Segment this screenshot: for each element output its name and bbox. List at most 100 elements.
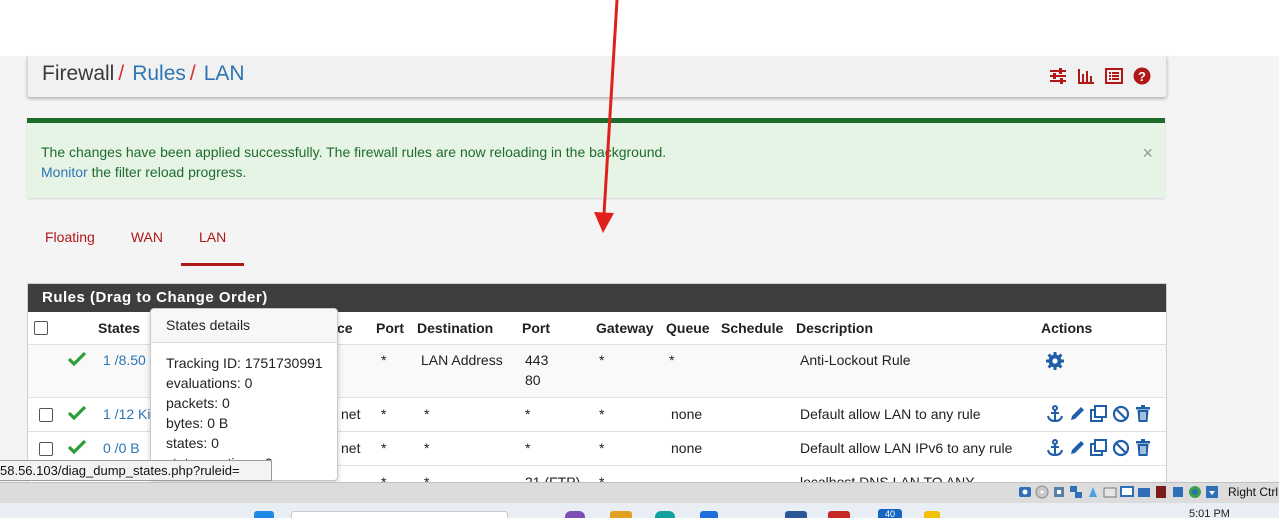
row-checkbox[interactable] xyxy=(39,442,53,456)
close-icon[interactable]: × xyxy=(1142,143,1153,163)
cell-port: * xyxy=(525,406,531,422)
host-key-label: Right Ctrl xyxy=(1228,485,1279,499)
link-status-url: 58.56.103/diag_dump_states.php?ruleid= xyxy=(0,460,272,481)
popover-bytes: bytes: 0 B xyxy=(166,415,229,431)
header-port: Port xyxy=(376,320,404,336)
cell-queue: none xyxy=(671,440,703,456)
popover-packets: packets: 0 xyxy=(166,395,230,411)
header-description: Description xyxy=(796,320,874,336)
cell-queue: * xyxy=(669,352,675,368)
bar-chart-icon[interactable] xyxy=(1076,66,1096,86)
trash-icon[interactable] xyxy=(1134,439,1152,457)
copy-icon[interactable] xyxy=(1090,439,1108,457)
taskbar-clock: 5:01 PM xyxy=(1189,508,1230,518)
copy-icon[interactable] xyxy=(1090,405,1108,423)
cell-queue: none xyxy=(671,406,703,422)
cell-port: 443 xyxy=(525,352,549,368)
recording-icon[interactable] xyxy=(1154,485,1168,499)
popover-title: States details xyxy=(151,309,337,343)
trash-icon[interactable] xyxy=(1134,405,1152,423)
cell-description: Default allow LAN IPv6 to any rule xyxy=(800,440,1013,456)
app-icon[interactable] xyxy=(924,511,940,518)
header-actions: Actions xyxy=(1041,320,1093,336)
popover-evaluations: evaluations: 0 xyxy=(166,375,253,391)
header-gateway: Gateway xyxy=(596,320,654,336)
app-icon[interactable] xyxy=(565,511,585,518)
header-schedule: Schedule xyxy=(721,320,784,336)
cell-port: 80 xyxy=(525,372,541,388)
audio-icon[interactable] xyxy=(1052,485,1066,499)
header-interface: ce xyxy=(337,320,353,336)
select-all-checkbox[interactable] xyxy=(34,321,48,335)
edit-icon[interactable] xyxy=(1068,439,1086,457)
sliders-icon[interactable] xyxy=(1048,66,1068,86)
folder-icon[interactable] xyxy=(610,511,632,518)
network-icon[interactable] xyxy=(1069,485,1083,499)
breadcrumb: Firewall / Rules / LAN ? xyxy=(27,56,1167,97)
disable-icon[interactable] xyxy=(1112,405,1130,423)
tab-lan[interactable]: LAN xyxy=(180,216,245,266)
optical-drive-icon[interactable] xyxy=(1035,485,1049,499)
states-link[interactable]: 1 /12 Ki xyxy=(103,406,150,422)
notification-badge[interactable]: 40 xyxy=(878,509,902,518)
states-link[interactable]: 1 /8.50 xyxy=(103,352,146,368)
top-strip xyxy=(0,0,1279,56)
check-icon xyxy=(67,351,87,370)
breadcrumb-rules-link[interactable]: Rules xyxy=(132,62,186,85)
disable-icon[interactable] xyxy=(1112,439,1130,457)
list-icon[interactable] xyxy=(1104,66,1124,86)
shared-folders-icon[interactable] xyxy=(1103,485,1117,499)
states-details-popover: States details Tracking ID: 1751730991 e… xyxy=(150,308,338,481)
header-port: Port xyxy=(522,320,550,336)
rule-tabs: Floating WAN LAN xyxy=(27,216,245,266)
check-icon xyxy=(67,439,87,458)
alert-message-rest: the filter reload progress. xyxy=(87,164,247,180)
browser-icon[interactable] xyxy=(655,511,675,518)
usb-icon[interactable] xyxy=(1086,485,1100,499)
cell-gateway: * xyxy=(599,440,605,456)
cell-gateway: * xyxy=(599,406,605,422)
cell-description: Anti-Lockout Rule xyxy=(800,352,911,368)
tab-floating[interactable]: Floating xyxy=(27,216,113,263)
taskbar-search-box[interactable] xyxy=(291,511,508,518)
app-icon[interactable] xyxy=(700,511,718,518)
display-icon[interactable] xyxy=(1120,485,1134,499)
row-actions xyxy=(1046,405,1152,423)
tab-wan[interactable]: WAN xyxy=(113,216,181,263)
start-icon[interactable] xyxy=(254,511,274,518)
cell-source-port: * xyxy=(381,440,387,456)
cell-destination: * xyxy=(424,406,430,422)
cell-destination: * xyxy=(424,440,430,456)
popover-tracking-id: Tracking ID: 1751730991 xyxy=(166,355,323,371)
anchor-icon[interactable] xyxy=(1046,439,1064,457)
anchor-icon[interactable] xyxy=(1046,405,1064,423)
breadcrumb-firewall: Firewall xyxy=(42,62,115,85)
cell-source-port: * xyxy=(381,352,387,368)
help-icon[interactable]: ? xyxy=(1132,66,1152,86)
breadcrumb-separator: / xyxy=(118,62,125,85)
check-icon xyxy=(67,405,87,424)
windows-taskbar: 40 5:01 PM xyxy=(0,503,1279,518)
app-icon[interactable] xyxy=(785,511,807,518)
edit-icon[interactable] xyxy=(1068,405,1086,423)
app-icon[interactable] xyxy=(828,511,850,518)
row-checkbox[interactable] xyxy=(39,408,53,422)
breadcrumb-lan-link[interactable]: LAN xyxy=(204,62,245,85)
guest-additions-icon[interactable] xyxy=(1188,485,1202,499)
gear-icon[interactable] xyxy=(1045,351,1065,374)
hard-disk-icon[interactable] xyxy=(1018,485,1032,499)
alert-message: The changes have been applied successful… xyxy=(41,144,667,160)
cell-port: * xyxy=(525,440,531,456)
states-link[interactable]: 0 /0 B xyxy=(103,440,140,456)
cpu-icon[interactable] xyxy=(1171,485,1185,499)
video-capture-icon[interactable] xyxy=(1137,485,1151,499)
download-icon[interactable] xyxy=(1205,485,1219,499)
cell-source: net xyxy=(341,440,361,456)
breadcrumb-separator: / xyxy=(189,62,196,85)
cell-description: Default allow LAN to any rule xyxy=(800,406,981,422)
header-states: States xyxy=(98,320,141,336)
monitor-link[interactable]: Monitor xyxy=(41,164,88,180)
popover-states: states: 0 xyxy=(166,435,219,451)
vm-status-bar: Right Ctrl xyxy=(0,482,1279,503)
header-destination: Destination xyxy=(417,320,494,336)
